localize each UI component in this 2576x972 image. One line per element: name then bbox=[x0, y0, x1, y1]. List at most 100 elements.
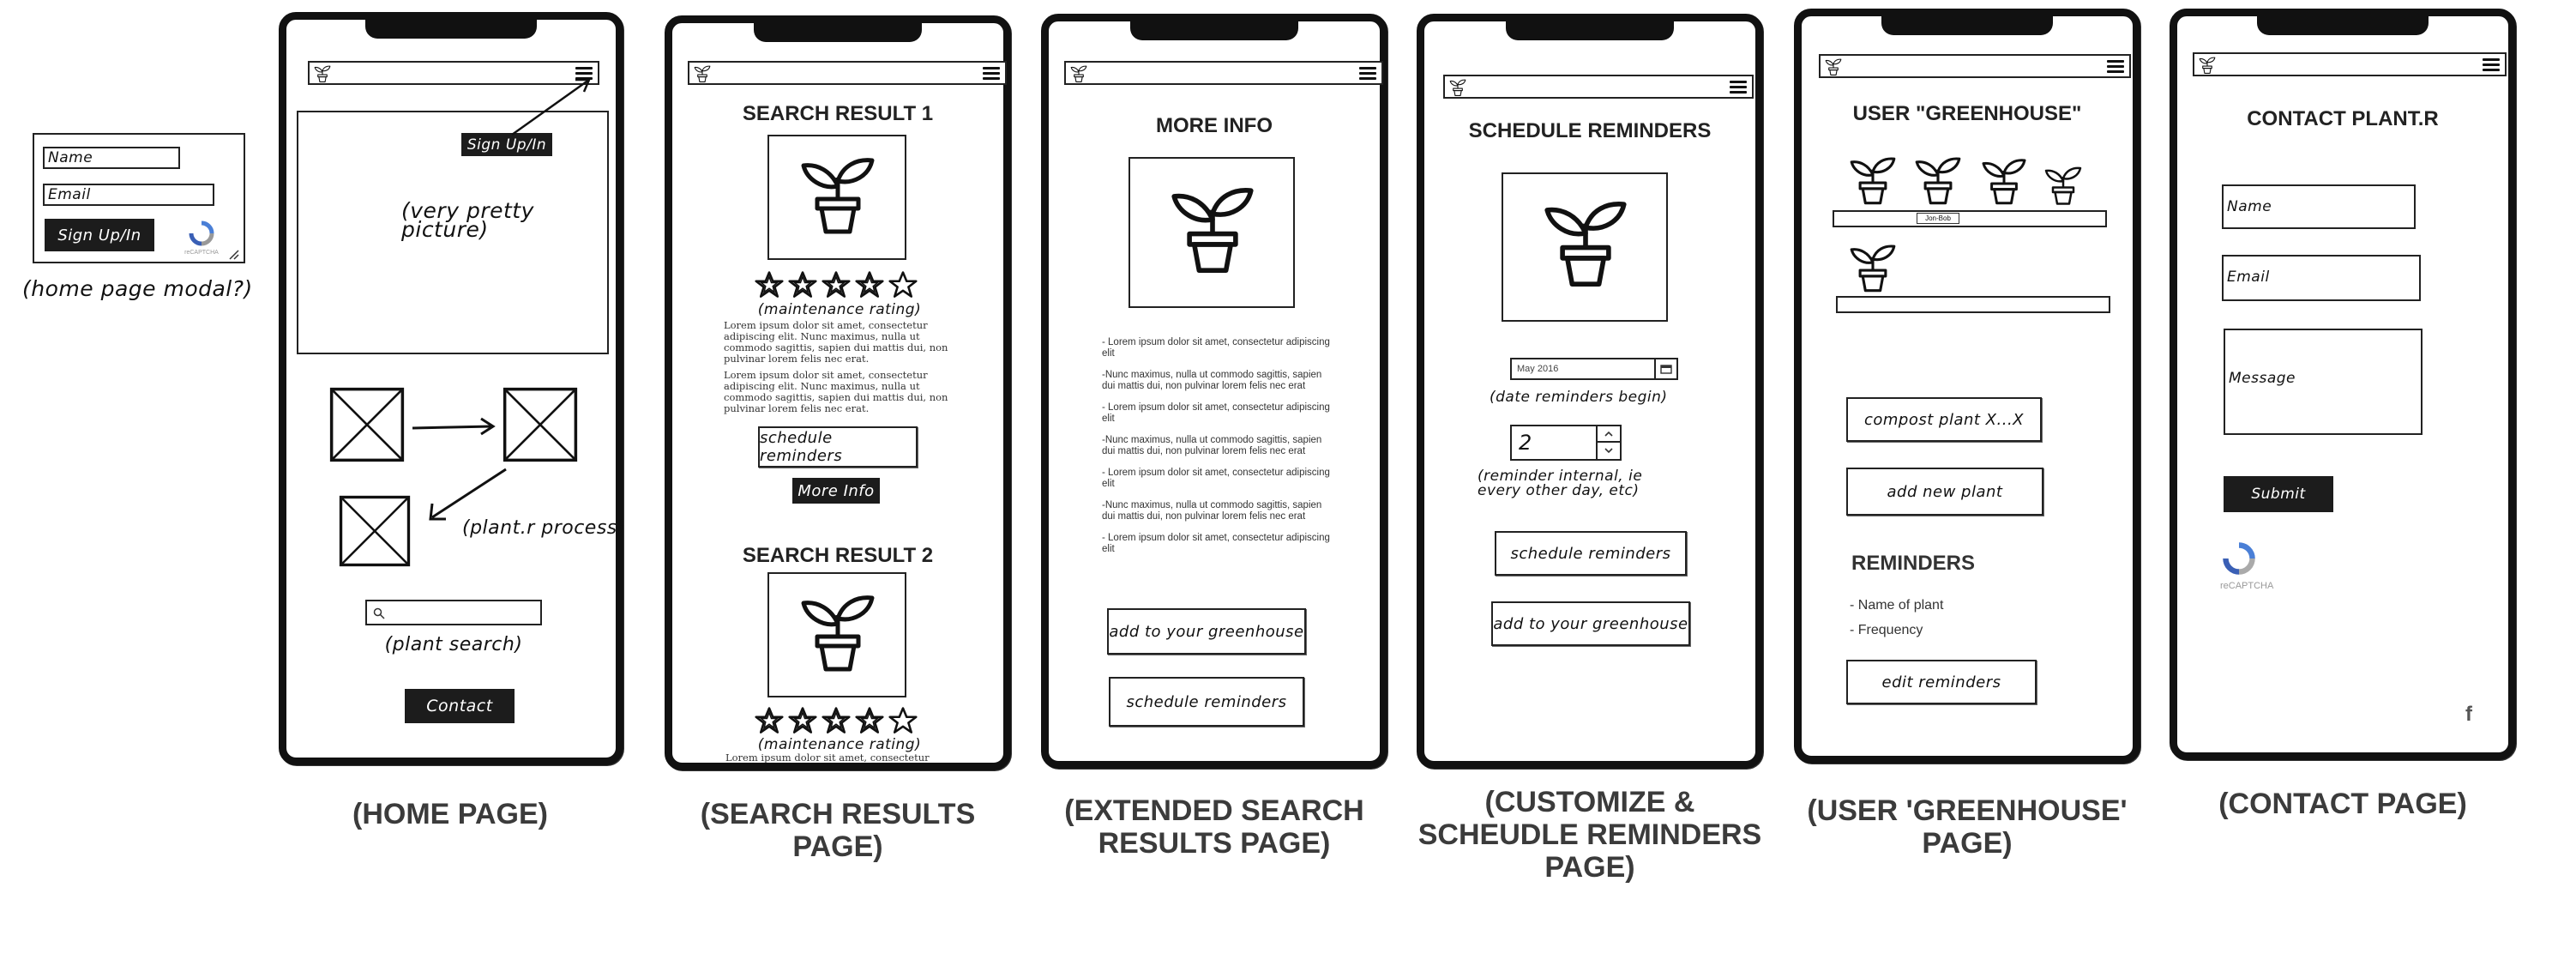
plant-logo-icon bbox=[2198, 56, 2217, 75]
result1-rating-label: (maintenance rating) bbox=[757, 301, 922, 318]
hamburger-menu-icon[interactable] bbox=[1730, 81, 1747, 94]
process-label: (plant.r process) bbox=[462, 517, 625, 539]
modal-name-placeholder: Name bbox=[48, 149, 93, 166]
contact-phone: CONTACT PLANT.R Name Email Message Submi… bbox=[2170, 9, 2516, 760]
moreinfo-bullet: -Nunc maximus, nulla ut commodo sagittis… bbox=[1102, 500, 1322, 522]
reminders-list: - Name of plant - Frequency bbox=[1850, 593, 1943, 643]
contact-name-field[interactable]: Name bbox=[2222, 184, 2416, 229]
modal-signup-button[interactable]: Sign Up/In bbox=[45, 219, 154, 251]
compost-plant-button[interactable]: compost plant X...X bbox=[1846, 397, 2042, 442]
modal-name-field[interactable]: Name bbox=[43, 147, 180, 169]
modal-email-placeholder: Email bbox=[48, 186, 91, 203]
search-phone: SEARCH RESULT 1 (maintenance rating) Lor… bbox=[665, 15, 1011, 770]
phone-notch bbox=[1130, 18, 1298, 40]
plant-icon bbox=[795, 152, 881, 238]
plant-logo-icon bbox=[693, 64, 712, 83]
star-filled-icon bbox=[822, 270, 851, 299]
moreinfo-caption: (EXTENDED SEARCH RESULTS PAGE) bbox=[1064, 794, 1364, 860]
add-to-greenhouse-button[interactable]: add to your greenhouse bbox=[1107, 608, 1306, 655]
result1-image bbox=[767, 135, 906, 260]
contact-caption: (CONTACT PAGE) bbox=[2218, 788, 2467, 820]
hamburger-menu-icon[interactable] bbox=[2483, 58, 2500, 72]
contact-email-field[interactable]: Email bbox=[2222, 255, 2421, 301]
plant-logo-icon bbox=[1824, 57, 1843, 76]
interval-stepper[interactable]: 2 bbox=[1510, 425, 1622, 461]
result2-title: SEARCH RESULT 2 bbox=[742, 544, 934, 567]
reminder-item: - Name of plant bbox=[1850, 598, 1944, 613]
moreinfo-bullet: - Lorem ipsum dolor sit amet, consectetu… bbox=[1102, 533, 1330, 554]
result1-rating bbox=[755, 270, 926, 301]
contact-name-placeholder: Name bbox=[2227, 198, 2272, 215]
schedule-add-greenhouse-button[interactable]: add to your greenhouse bbox=[1491, 601, 1690, 646]
star-filled-icon bbox=[855, 706, 884, 735]
plant-logo-icon bbox=[313, 64, 332, 83]
search-navbar bbox=[688, 61, 1007, 85]
result1-title: SEARCH RESULT 1 bbox=[742, 102, 934, 125]
moreinfo-bullet: -Nunc maximus, nulla ut commodo sagittis… bbox=[1102, 370, 1322, 391]
calendar-button[interactable] bbox=[1654, 359, 1676, 378]
home-caption: (HOME PAGE) bbox=[352, 798, 548, 830]
process-arrow-right-icon bbox=[412, 417, 496, 436]
recaptcha-icon bbox=[2223, 542, 2255, 575]
moreinfo-schedule-button[interactable]: schedule reminders bbox=[1109, 677, 1304, 727]
date-picker-label: (date reminders begin) bbox=[1490, 389, 1668, 406]
greenhouse-shelf bbox=[1836, 296, 2110, 313]
schedule-phone: SCHEDULE REMINDERS May 2016 (date remind… bbox=[1417, 14, 1763, 769]
moreinfo-image bbox=[1129, 157, 1295, 308]
schedule-title: SCHEDULE REMINDERS bbox=[1468, 119, 1712, 142]
modal-caption: (home page modal?) bbox=[22, 276, 253, 301]
schedule-navbar bbox=[1443, 75, 1754, 99]
moreinfo-bullet-list: - Lorem ipsum dolor sit amet, consectetu… bbox=[1102, 337, 1333, 565]
phone-notch bbox=[1506, 18, 1674, 40]
edit-reminders-button[interactable]: edit reminders bbox=[1846, 660, 2037, 704]
hamburger-menu-icon[interactable] bbox=[1359, 67, 1376, 81]
shelf-plant-icon[interactable] bbox=[1846, 241, 1899, 294]
modal-recaptcha[interactable]: reCAPTCHA bbox=[180, 220, 223, 260]
chevron-up-icon bbox=[1604, 431, 1613, 437]
plant-icon bbox=[1165, 181, 1261, 277]
contact-recaptcha-label: reCAPTCHA bbox=[2220, 581, 2274, 591]
result1-more-info-button[interactable]: More Info bbox=[792, 478, 880, 504]
greenhouse-caption: (USER 'GREENHOUSE' PAGE) bbox=[1807, 794, 2128, 860]
contact-recaptcha[interactable]: reCAPTCHA bbox=[2220, 541, 2289, 593]
hamburger-menu-icon[interactable] bbox=[2107, 60, 2124, 74]
date-picker-value: May 2016 bbox=[1517, 364, 1559, 374]
shelf-plant-icon[interactable] bbox=[1978, 155, 2030, 207]
phone-notch bbox=[2257, 13, 2429, 35]
result2-rating bbox=[755, 706, 926, 737]
shelf-plant-icon[interactable] bbox=[1846, 154, 1899, 207]
schedule-image bbox=[1502, 172, 1668, 322]
plant-search-input[interactable] bbox=[365, 600, 542, 625]
plant-logo-icon bbox=[1069, 64, 1088, 83]
plant-icon bbox=[1538, 195, 1634, 291]
result2-description: Lorem ipsum dolor sit amet, consectetur bbox=[725, 752, 930, 763]
schedule-caption: (CUSTOMIZE & SCHEUDLE REMINDERS PAGE) bbox=[1417, 786, 1762, 884]
stepper-up-button[interactable] bbox=[1598, 426, 1620, 443]
contact-button[interactable]: Contact bbox=[405, 689, 515, 723]
stepper-down-button[interactable] bbox=[1598, 443, 1620, 457]
plant-logo-icon bbox=[1448, 78, 1467, 97]
contact-message-field[interactable]: Message bbox=[2224, 329, 2423, 435]
resize-handle-icon bbox=[229, 250, 239, 260]
facebook-icon[interactable]: f bbox=[2465, 703, 2472, 727]
phone-notch bbox=[754, 20, 922, 42]
add-new-plant-button[interactable]: add new plant bbox=[1846, 468, 2043, 516]
shelf-plant-icon[interactable] bbox=[2042, 164, 2085, 207]
contact-submit-button[interactable]: Submit bbox=[2224, 476, 2333, 512]
result2-image bbox=[767, 572, 906, 697]
star-filled-icon bbox=[855, 270, 884, 299]
modal-recaptcha-label: reCAPTCHA bbox=[184, 250, 219, 256]
date-picker[interactable]: May 2016 bbox=[1510, 358, 1678, 380]
contact-email-placeholder: Email bbox=[2227, 269, 2270, 286]
greenhouse-phone: USER "GREENHOUSE" Jon-Bob compost plant … bbox=[1794, 9, 2140, 764]
shelf-plant-icon[interactable] bbox=[1911, 154, 1965, 207]
result1-schedule-button[interactable]: schedule reminders bbox=[758, 426, 918, 468]
hamburger-menu-icon[interactable] bbox=[983, 67, 1000, 81]
star-empty-icon bbox=[888, 270, 918, 299]
process-step3-image bbox=[337, 495, 412, 567]
calendar-icon bbox=[1660, 365, 1672, 374]
schedule-submit-button[interactable]: schedule reminders bbox=[1495, 531, 1687, 576]
recaptcha-icon bbox=[189, 220, 214, 246]
star-filled-icon bbox=[822, 706, 851, 735]
modal-email-field[interactable]: Email bbox=[43, 184, 214, 206]
